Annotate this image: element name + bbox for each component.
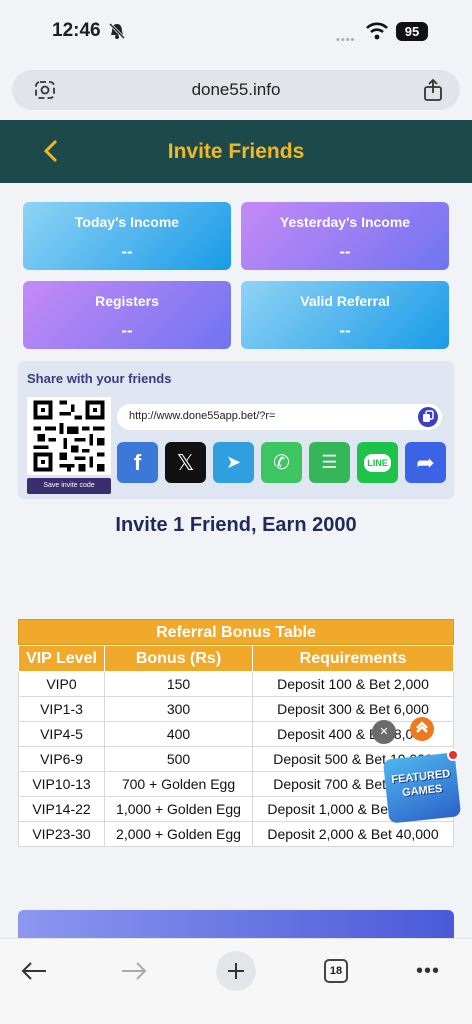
url-text[interactable]: done55.info	[12, 80, 460, 100]
tab-count: 18	[324, 959, 348, 983]
save-invite-code-button[interactable]: Save invite code	[27, 478, 111, 494]
invite-link-text: http://www.done55app.bet/?r=	[129, 410, 276, 422]
card-label: Yesterday's Income	[279, 214, 411, 230]
more-dots-icon: •••	[415, 959, 440, 982]
card-value: --	[339, 321, 351, 340]
clock: 12:46	[52, 20, 101, 41]
cell-bonus: 300	[104, 696, 253, 722]
cell-bonus: 150	[104, 671, 253, 697]
card-value: --	[339, 242, 351, 261]
chevron-up-icon	[416, 721, 428, 733]
address-bar[interactable]: done55.info	[12, 70, 460, 110]
card-label: Registers	[95, 293, 159, 309]
col-header-requirements: Requirements	[252, 645, 454, 672]
cell-vip-level: VIP1-3	[18, 696, 105, 722]
notification-dot	[447, 749, 459, 761]
card-label: Today's Income	[74, 214, 180, 230]
arrow-left-icon	[21, 962, 46, 980]
cell-bonus: 500	[104, 746, 253, 772]
invite-link-field[interactable]: http://www.done55app.bet/?r=	[117, 404, 442, 430]
card-valid-referral: Valid Referral --	[241, 281, 449, 349]
cell-bonus: 400	[104, 721, 253, 747]
x-share-button[interactable]: 𝕏	[165, 442, 206, 483]
table-row: VIP23-30 2,000 + Golden Egg Deposit 2,000 …	[18, 821, 454, 847]
invite-heading: Invite 1 Friend, Earn 2000	[115, 514, 357, 536]
x-icon: 𝕏	[176, 449, 195, 475]
cell-vip-level: VIP14-22	[18, 796, 105, 822]
cell-requirements: Deposit 2,000 & Bet 40,000	[252, 821, 454, 847]
new-tab-button[interactable]	[216, 951, 256, 991]
telegram-share-button[interactable]: ➤	[213, 442, 254, 483]
table-row: VIP1-3 300 Deposit 300 & Bet 6,000	[18, 696, 454, 722]
more-share-button[interactable]: ➦	[405, 442, 446, 483]
share-title: Share with your friends	[27, 371, 172, 386]
forward-button[interactable]	[114, 951, 154, 991]
card-value: --	[121, 321, 133, 340]
close-float-button[interactable]: ✕	[372, 720, 396, 744]
browser-toolbar: 18 •••	[0, 938, 472, 1024]
back-button[interactable]	[14, 951, 54, 991]
table-title: Referral Bonus Table	[18, 619, 454, 645]
facebook-icon: f	[133, 449, 142, 475]
table-header-row: VIP Level Bonus (Rs) Requirements	[18, 645, 454, 672]
whatsapp-share-button[interactable]: ✆	[261, 442, 302, 483]
card-today-income: Today's Income --	[23, 202, 231, 270]
wifi-icon	[366, 22, 388, 40]
card-value: --	[121, 242, 133, 261]
bell-muted-icon	[108, 22, 126, 40]
copy-link-button[interactable]	[418, 407, 438, 427]
facebook-share-button[interactable]: f	[117, 442, 158, 483]
cell-vip-level: VIP6-9	[18, 746, 105, 772]
app-header: Invite Friends	[0, 120, 472, 183]
scroll-top-button[interactable]	[410, 717, 434, 741]
card-yesterday-income: Yesterday's Income --	[241, 202, 449, 270]
col-header-bonus: Bonus (Rs)	[104, 645, 253, 672]
col-header-vip-level: VIP Level	[18, 645, 105, 672]
telegram-icon: ➤	[225, 452, 242, 472]
card-label: Valid Referral	[300, 293, 390, 309]
cell-bonus: 700 + Golden Egg	[104, 771, 253, 797]
whatsapp-icon: ✆	[273, 452, 290, 474]
tabs-button[interactable]: 18	[316, 951, 356, 991]
status-bar: 12:46 •••• 95	[0, 0, 472, 64]
cell-vip-level: VIP10-13	[18, 771, 105, 797]
cell-bonus: 2,000 + Golden Egg	[104, 821, 253, 847]
page-title: Invite Friends	[167, 140, 305, 163]
plus-icon	[228, 963, 244, 979]
card-registers: Registers --	[23, 281, 231, 349]
battery-indicator: 95	[396, 22, 428, 41]
more-menu-button[interactable]: •••	[408, 951, 448, 991]
featured-games-badge[interactable]: FEATURED GAMES	[382, 752, 462, 824]
signal-icon: ••••	[336, 34, 356, 46]
qr-code[interactable]	[27, 397, 111, 475]
cell-vip-level: VIP0	[18, 671, 105, 697]
forward-share-icon: ➦	[416, 449, 435, 475]
share-icon[interactable]	[422, 78, 444, 102]
line-icon: LINE	[364, 453, 391, 472]
table-row: VIP0 150 Deposit 100 & Bet 2,000	[18, 671, 454, 697]
cell-bonus: 1,000 + Golden Egg	[104, 796, 253, 822]
cell-vip-level: VIP4-5	[18, 721, 105, 747]
cell-vip-level: VIP23-30	[18, 821, 105, 847]
copy-icon	[423, 410, 434, 422]
line-share-button[interactable]: LINE	[357, 442, 398, 483]
share-panel: Share with your friends Save invite code…	[18, 361, 454, 499]
cell-requirements: Deposit 100 & Bet 2,000	[252, 671, 454, 697]
arrow-right-icon	[122, 962, 147, 980]
sms-share-button[interactable]: ☰	[309, 442, 350, 483]
sms-icon: ☰	[321, 452, 338, 472]
